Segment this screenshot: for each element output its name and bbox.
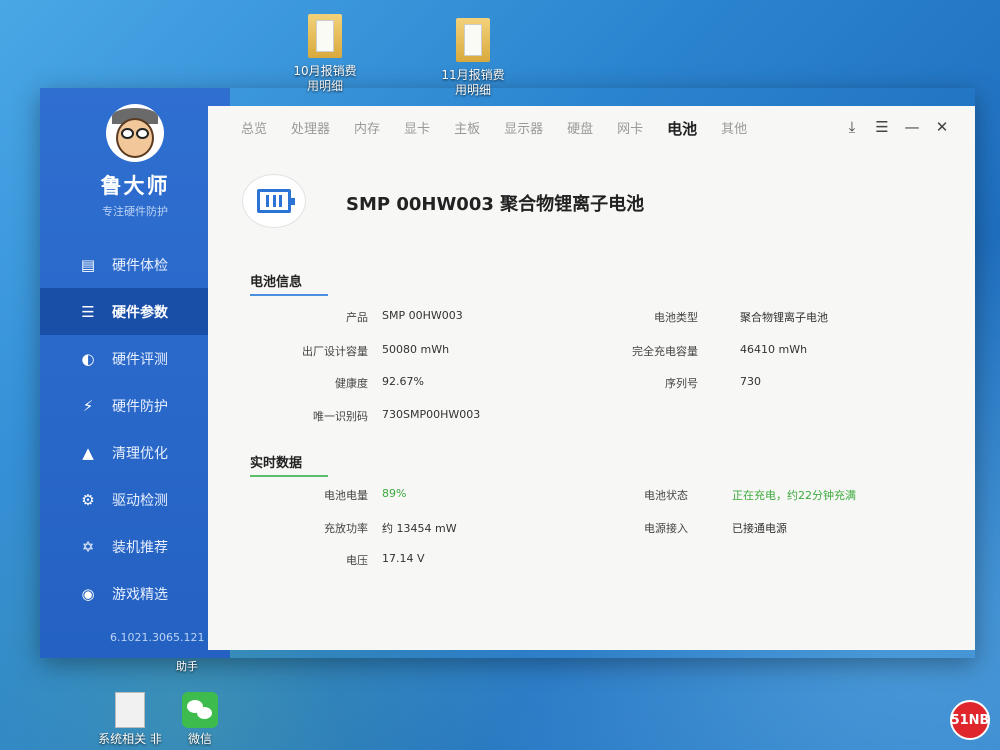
info-label: 电池类型 [654, 311, 698, 324]
info-label: 唯一识别码 [313, 410, 368, 423]
folder-icon [456, 18, 490, 62]
folder-icon [308, 14, 342, 58]
sidebar-item-label: 硬件参数 [112, 304, 168, 321]
info-value: 92.67% [382, 375, 424, 388]
tab-motherboard[interactable]: 主板 [454, 118, 480, 139]
fan-icon: ✡ [81, 537, 95, 556]
tab-bar: 总览 处理器 内存 显卡 主板 显示器 硬盘 网卡 电池 其他 [241, 118, 771, 139]
logo-avatar-icon [106, 104, 164, 162]
info-value: SMP 00HW003 [382, 309, 463, 322]
close-icon[interactable]: ✕ [927, 118, 957, 136]
info-value: 730 [740, 375, 761, 388]
realtime-value: 约 13454 mW [382, 522, 457, 535]
info-value: 46410 mWh [740, 343, 808, 356]
tab-network[interactable]: 网卡 [617, 118, 643, 139]
desktop-folder-nov[interactable]: 11月报销费 用明细 [423, 18, 523, 98]
download-icon[interactable]: ⤓ [837, 118, 867, 136]
section-battery-info: 电池信息 [250, 271, 328, 296]
info-label: 产品 [346, 311, 368, 324]
info-value: 50080 mWh [382, 343, 450, 356]
realtime-label: 电源接入 [644, 522, 688, 535]
sidebar-item-hardware-params[interactable]: ☰ 硬件参数 [40, 288, 230, 335]
wechat-icon [182, 692, 218, 728]
speedometer-icon: ◐ [81, 349, 95, 368]
list-settings-icon: ☰ [81, 302, 95, 321]
sidebar-item-protection[interactable]: ⚡ 硬件防护 [40, 382, 230, 429]
gamepad-icon: ◉ [81, 584, 95, 603]
realtime-value: 17.14 V [382, 552, 425, 565]
tab-monitor[interactable]: 显示器 [504, 118, 543, 139]
section-realtime: 实时数据 [250, 452, 328, 477]
sidebar: 鲁大师 专注硬件防护 ▤ 硬件体检 ☰ 硬件参数 ◐ 硬件评测 ⚡ 硬件防护 ▲… [40, 88, 230, 658]
info-value: 730SMP00HW003 [382, 408, 481, 421]
sidebar-item-label: 驱动检测 [112, 492, 168, 509]
sidebar-item-driver[interactable]: ⚙ 驱动检测 [40, 476, 230, 523]
brand-slogan: 专注硬件防护 [102, 205, 168, 218]
broom-icon: ▲ [82, 443, 94, 462]
tab-other[interactable]: 其他 [721, 118, 747, 139]
info-label: 出厂设计容量 [302, 345, 368, 358]
battery-icon [242, 174, 306, 228]
gear-icon: ⚙ [81, 490, 95, 509]
sidebar-item-label: 清理优化 [112, 445, 168, 462]
desktop-wechat[interactable]: 微信 [155, 692, 245, 747]
tab-battery[interactable]: 电池 [667, 118, 697, 139]
info-label: 健康度 [335, 377, 368, 390]
realtime-label: 电压 [346, 554, 368, 567]
sidebar-item-benchmark[interactable]: ◐ 硬件评测 [40, 335, 230, 382]
realtime-value: 正在充电，约22分钟充满 [732, 489, 856, 502]
sidebar-item-label: 硬件防护 [112, 398, 168, 415]
sidebar-nav: ▤ 硬件体检 ☰ 硬件参数 ◐ 硬件评测 ⚡ 硬件防护 ▲ 清理优化 ⚙ 驱动检… [40, 241, 230, 617]
sidebar-item-label: 装机推荐 [112, 539, 168, 556]
folder-label: 10月报销费 [293, 64, 357, 78]
ludashi-window: 鲁大师 专注硬件防护 ▤ 硬件体检 ☰ 硬件参数 ◐ 硬件评测 ⚡ 硬件防护 ▲… [40, 88, 975, 658]
brand-name: 鲁大师 [100, 174, 170, 198]
info-label: 序列号 [665, 377, 698, 390]
folder-label: 11月报销费 [441, 68, 505, 82]
realtime-label: 充放功率 [324, 522, 368, 535]
tab-memory[interactable]: 内存 [354, 118, 380, 139]
tab-gpu[interactable]: 显卡 [404, 118, 430, 139]
sidebar-item-label: 硬件体检 [112, 257, 168, 274]
main-panel: 总览 处理器 内存 显卡 主板 显示器 硬盘 网卡 电池 其他 ⤓ ☰ — ✕ … [208, 106, 975, 650]
sidebar-item-cleanup[interactable]: ▲ 清理优化 [40, 429, 230, 476]
menu-icon[interactable]: ☰ [867, 118, 897, 136]
desktop-partial-label: 助手 [176, 660, 198, 673]
shield-bolt-icon: ⚡ [82, 396, 94, 415]
tab-cpu[interactable]: 处理器 [291, 118, 330, 139]
info-value: 聚合物锂离子电池 [740, 311, 828, 324]
realtime-label: 电池状态 [644, 489, 688, 502]
watermark-badge: 51NB [950, 700, 990, 740]
device-title: SMP 00HW003 聚合物锂离子电池 [346, 194, 645, 215]
info-label: 完全充电容量 [632, 345, 698, 358]
sidebar-item-hardware-checkup[interactable]: ▤ 硬件体检 [40, 241, 230, 288]
realtime-value: 已接通电源 [732, 522, 787, 535]
realtime-label: 电池电量 [324, 489, 368, 502]
desktop-folder-oct[interactable]: 10月报销费 用明细 [275, 14, 375, 94]
version-text: 6.1021.3065.121 [110, 631, 205, 644]
window-controls: ⤓ ☰ — ✕ [837, 118, 957, 136]
tab-disk[interactable]: 硬盘 [567, 118, 593, 139]
sidebar-item-label: 硬件评测 [112, 351, 168, 368]
wechat-label: 微信 [187, 732, 212, 746]
sidebar-item-build-recommend[interactable]: ✡ 装机推荐 [40, 523, 230, 570]
monitor-pulse-icon: ▤ [80, 255, 96, 274]
minimize-icon[interactable]: — [897, 118, 927, 136]
tab-overview[interactable]: 总览 [241, 118, 267, 139]
document-icon [115, 692, 145, 728]
realtime-value: 89% [382, 487, 407, 500]
sidebar-item-label: 游戏精选 [112, 586, 168, 603]
sidebar-item-games[interactable]: ◉ 游戏精选 [40, 570, 230, 617]
